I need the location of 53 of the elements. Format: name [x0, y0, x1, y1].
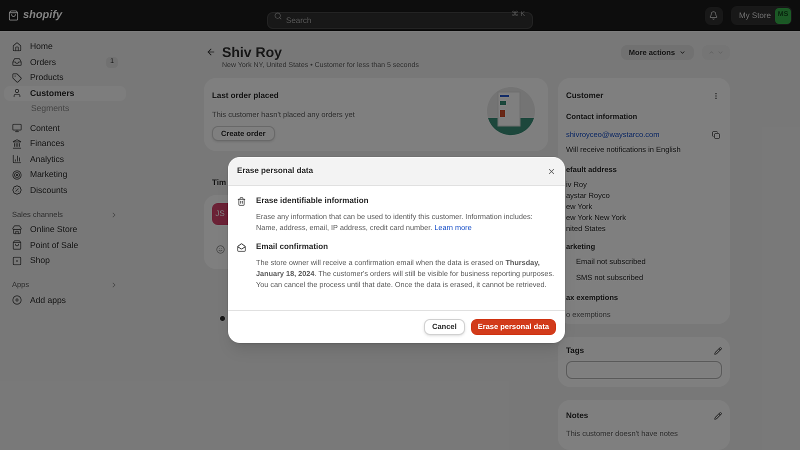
nav-item[interactable]: Content [4, 120, 126, 136]
home-icon [12, 42, 22, 52]
page-title: Shiv Roy [222, 43, 283, 61]
back-arrow-icon[interactable] [206, 47, 216, 57]
nav-item[interactable]: Marketing [4, 167, 126, 182]
chevron-down-icon [679, 49, 686, 56]
open-mail-icon [237, 243, 246, 252]
notifications-button[interactable] [704, 6, 723, 24]
person-icon [12, 88, 22, 98]
monitor-icon [12, 123, 22, 134]
store-icon [12, 224, 22, 235]
dialog-title: Erase personal data [237, 165, 314, 177]
pencil-icon[interactable] [714, 412, 722, 420]
nav-item[interactable]: Shop [4, 253, 126, 268]
tag-icon [12, 72, 22, 83]
percent-badge-icon [12, 185, 22, 196]
target-icon [12, 170, 22, 180]
order-illustration-icon [486, 86, 536, 136]
nav-item[interactable]: Customers [4, 86, 126, 101]
copy-icon[interactable] [712, 130, 720, 139]
pencil-icon[interactable] [714, 347, 722, 355]
section-title: Erase identifiable information [256, 195, 370, 207]
bar-chart-icon [12, 154, 22, 164]
card-title: Tags [566, 345, 584, 357]
bell-icon [709, 11, 718, 20]
close-icon[interactable] [547, 166, 556, 176]
trash-icon [237, 197, 246, 206]
inbox-icon [12, 57, 22, 68]
nav-item[interactable]: Analytics [4, 152, 126, 167]
nav-item[interactable]: Products [4, 70, 126, 86]
bag-logo-icon [8, 10, 19, 21]
smile-icon[interactable] [216, 245, 225, 254]
nav-item[interactable]: Add apps [4, 292, 126, 308]
card-title: Last order placed [212, 90, 280, 102]
card-title: Customer [566, 90, 604, 102]
nav-item[interactable]: Online Store [4, 222, 126, 238]
card-title: Notes [566, 410, 588, 422]
bank-icon [12, 138, 22, 149]
section-title: Tim [212, 177, 228, 189]
chevron-right-icon[interactable] [110, 210, 118, 218]
search-icon [274, 12, 282, 20]
nav-item[interactable]: Home [4, 39, 126, 54]
nav-item[interactable]: Finances [4, 136, 126, 152]
author-avatar: JS [212, 203, 228, 225]
plus-circle-icon [12, 295, 22, 306]
chevron-right-icon[interactable] [110, 281, 118, 289]
tags-field[interactable] [566, 361, 722, 379]
nav-item[interactable]: Point of Sale [4, 238, 126, 253]
square-icon [12, 256, 22, 266]
logo-text: shopify [23, 8, 62, 24]
bag-icon [12, 240, 22, 250]
section-title: Email confirmation [256, 241, 330, 253]
nav-item[interactable]: Discounts [4, 182, 126, 198]
